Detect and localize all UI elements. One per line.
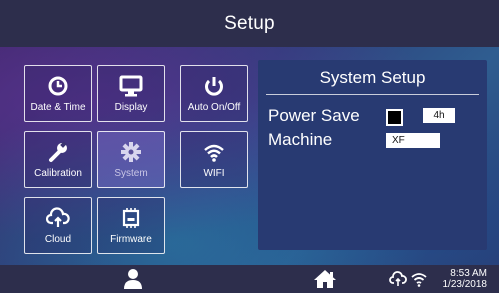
display-tile[interactable]: Display [97,65,165,122]
clock-time: 8:53 AM [450,268,487,279]
date-time-tile[interactable]: Date & Time [24,65,92,122]
panel-divider [266,94,479,95]
tile-label: WIFI [203,168,225,179]
tile-label: Date & Time [30,102,86,113]
power-icon [203,74,225,98]
title-bar: Setup [0,0,499,47]
system-tile[interactable]: System [97,131,165,188]
chip-icon [119,206,143,230]
home-icon[interactable] [313,268,337,290]
firmware-tile[interactable]: Firmware [97,197,165,254]
cloud-upload-icon [46,206,70,230]
monitor-icon [119,74,143,98]
tile-label: Display [114,102,148,113]
tile-label: Calibration [34,168,82,179]
calibration-tile[interactable]: Calibration [24,131,92,188]
clock-icon [47,74,69,98]
machine-label: Machine [268,130,333,149]
clock: 8:53 AM 1/23/2018 [443,268,488,290]
system-setup-panel: System Setup Power Save 4h Machine XF [258,60,487,250]
power-save-hours-field[interactable]: 4h [423,108,455,123]
cloud-tile[interactable]: Cloud [24,197,92,254]
power-save-checkbox[interactable] [386,109,403,126]
wrench-icon [47,140,69,164]
tile-label: System [114,168,148,179]
tile-label: Firmware [110,234,152,245]
main-area: Date & Time Display Auto On/Off Calibrat… [0,47,499,265]
auto-on-off-tile[interactable]: Auto On/Off [180,65,248,122]
clock-date: 1/23/2018 [442,279,488,290]
wifi-tile[interactable]: WIFI [180,131,248,188]
wifi-status-icon [411,270,427,288]
cloud-sync-icon [389,270,407,288]
tile-label: Auto On/Off [187,102,241,113]
panel-title: System Setup [319,68,426,87]
gear-icon [120,140,142,164]
tile-label: Cloud [44,234,72,245]
status-bar: 8:53 AM 1/23/2018 [0,265,499,293]
wifi-icon [203,140,225,164]
machine-field[interactable]: XF [386,133,440,148]
power-save-label: Power Save [268,106,360,125]
page-title: Setup [224,12,275,34]
user-icon[interactable] [122,268,144,290]
